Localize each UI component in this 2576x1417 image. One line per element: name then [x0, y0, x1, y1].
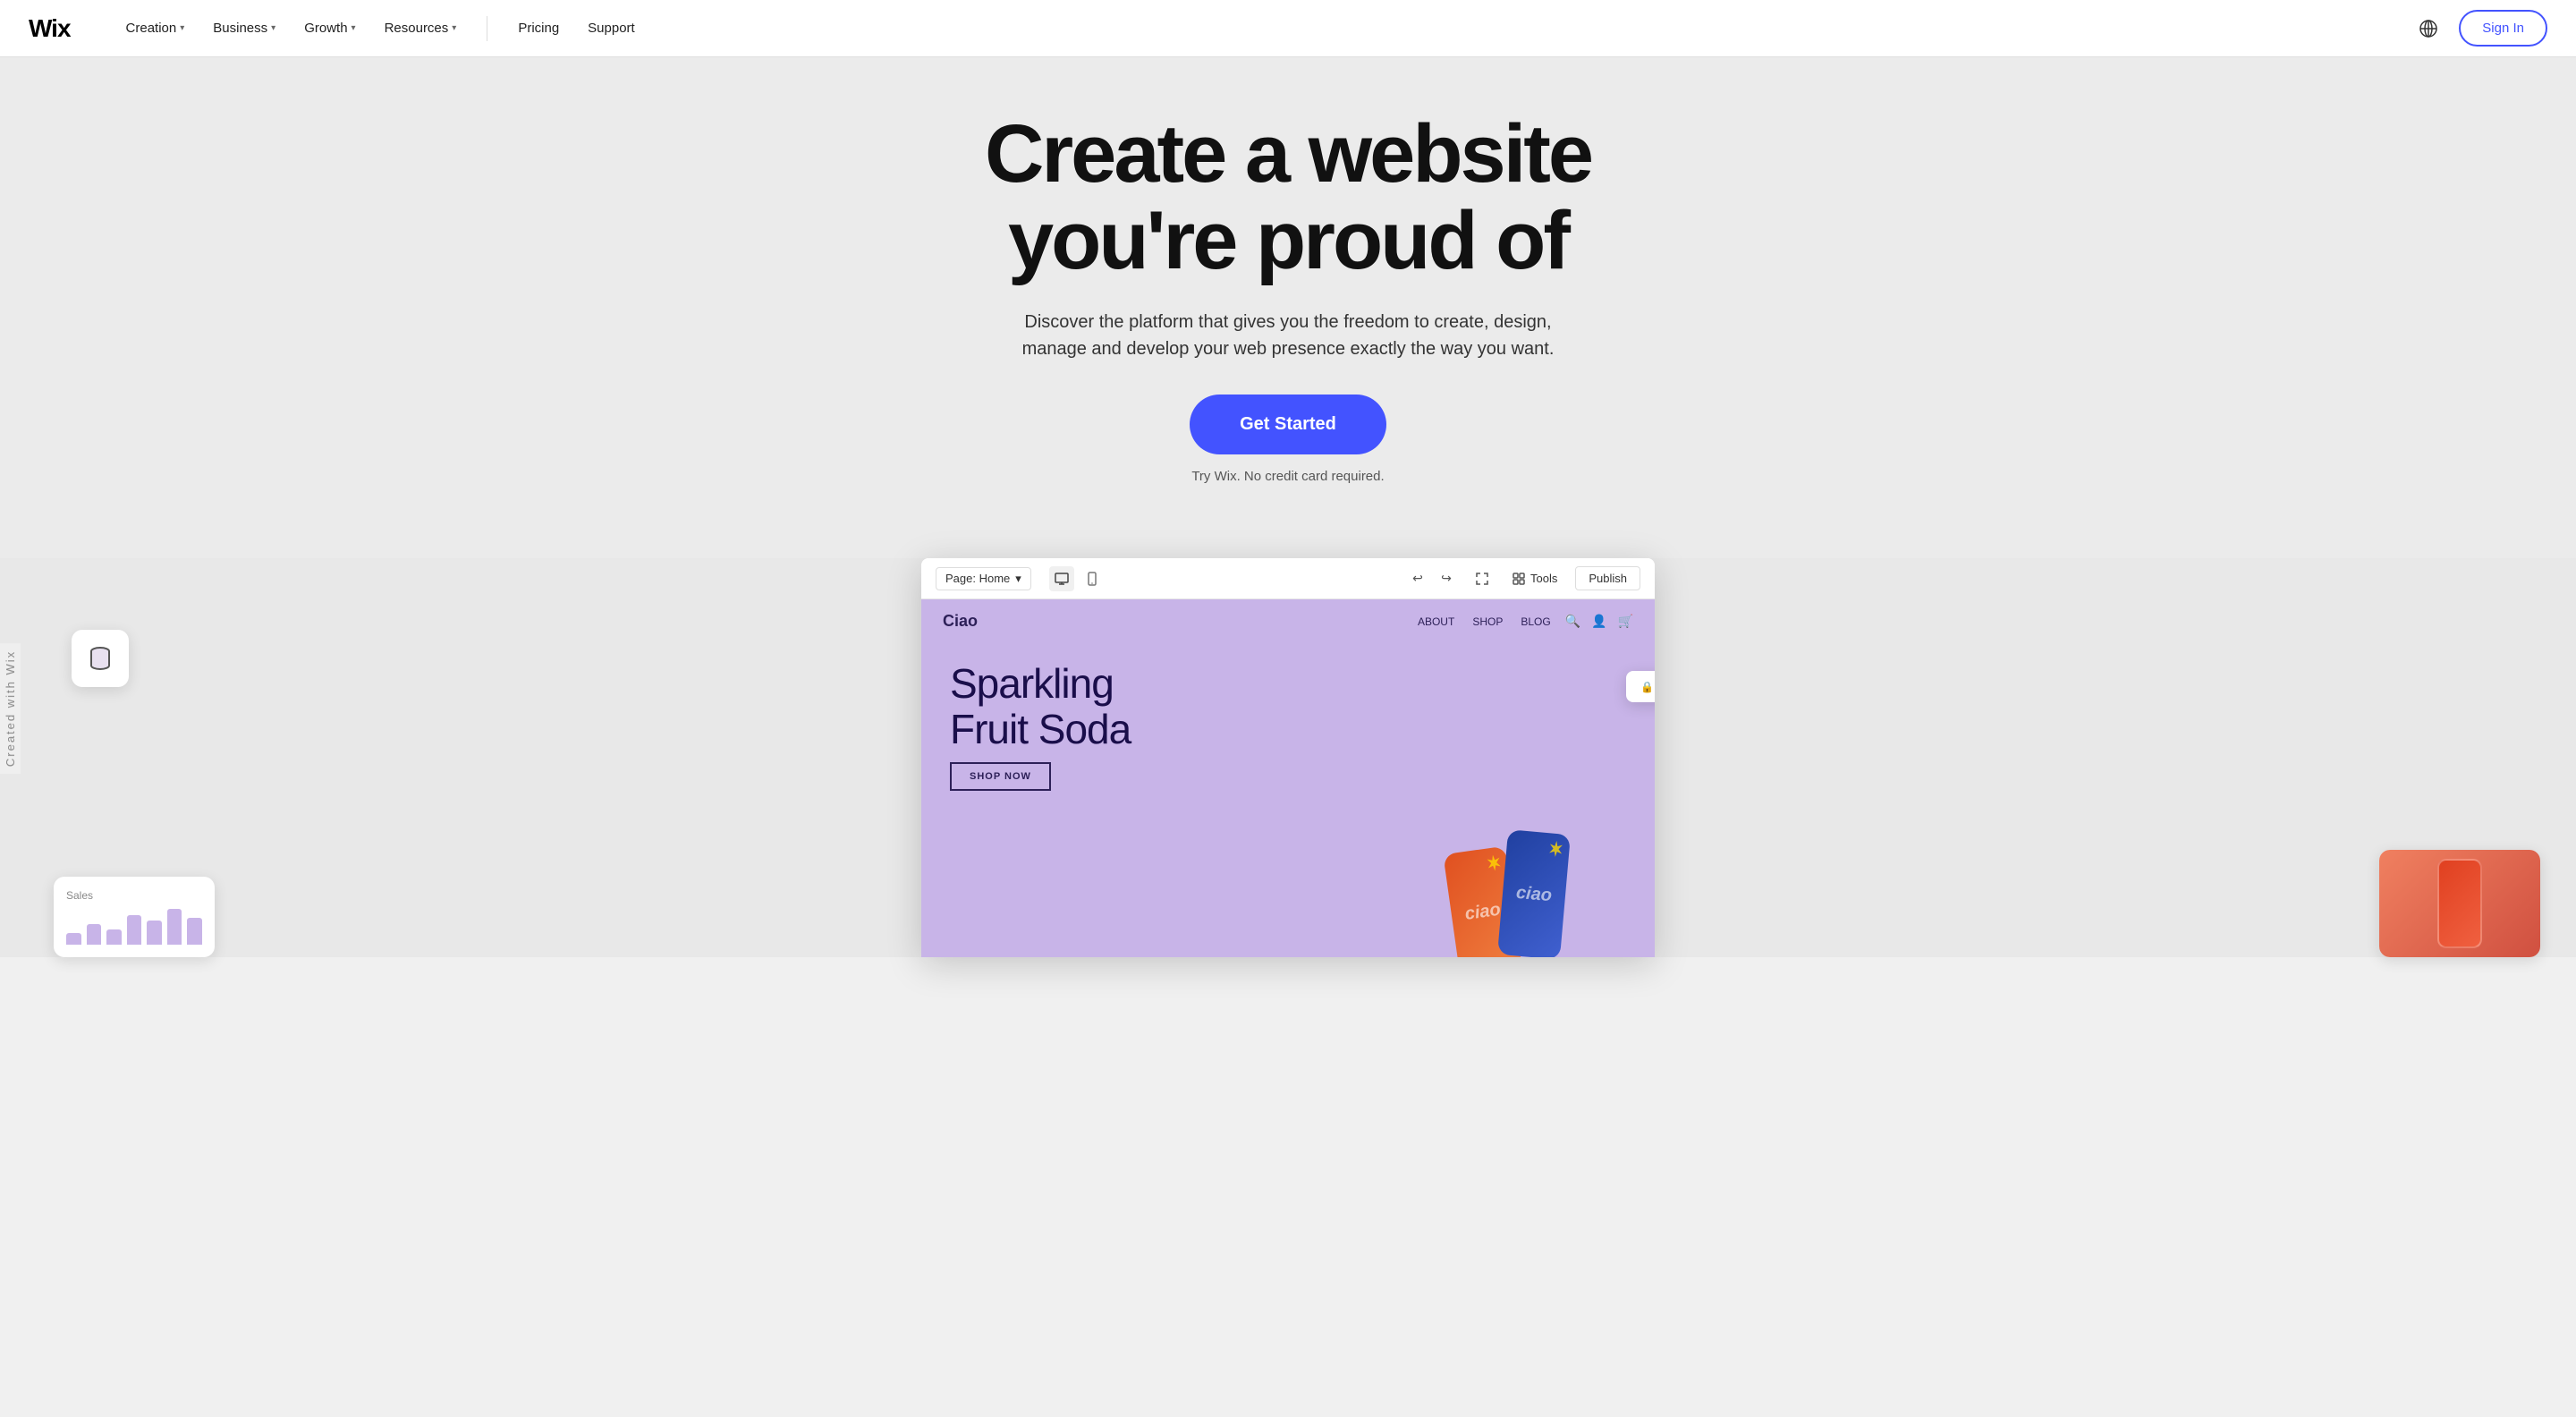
preview-section: Created with Wix Sales Page: Home ▾ — [0, 558, 2576, 957]
editor-window: Page: Home ▾ — [921, 558, 1655, 957]
sales-bar — [127, 915, 142, 945]
nav-pricing[interactable]: Pricing — [505, 13, 572, 43]
sales-bar — [87, 924, 102, 945]
publish-button[interactable]: Publish — [1575, 566, 1640, 590]
site-nav-blog: BLOG — [1521, 615, 1550, 628]
right-card-content — [2379, 850, 2540, 957]
sales-bar — [187, 918, 202, 945]
site-brand: Ciao — [943, 612, 978, 631]
lock-icon: 🔒 — [1640, 681, 1654, 693]
blue-can: ciao — [1497, 829, 1571, 957]
undo-button[interactable]: ↩ — [1405, 566, 1430, 591]
editor-toolbar: Page: Home ▾ — [921, 558, 1655, 599]
nav-creation-label: Creation — [126, 21, 177, 36]
right-card-can — [2437, 859, 2482, 948]
chevron-down-icon: ▾ — [352, 23, 356, 33]
chevron-down-icon: ▾ — [271, 23, 275, 33]
site-navbar: Ciao ABOUT SHOP BLOG 🔍 👤 🛒 — [921, 599, 1655, 643]
toolbar-right: ↩ ↪ Tools Publish — [1405, 566, 1640, 591]
undo-redo: ↩ ↪ — [1405, 566, 1459, 591]
nav-item-creation[interactable]: Creation ▾ — [114, 13, 198, 43]
nav-item-resources[interactable]: Resources ▾ — [372, 13, 470, 43]
nav-resources-label: Resources — [385, 21, 449, 36]
sales-bar — [66, 933, 81, 945]
desktop-device-button[interactable] — [1049, 566, 1074, 591]
get-started-button[interactable]: Get Started — [1190, 395, 1386, 454]
chevron-down-icon: ▾ — [452, 23, 456, 33]
hero-section: Create a website you're proud of Discove… — [0, 57, 2576, 558]
site-nav-links: ABOUT SHOP BLOG — [1418, 615, 1551, 628]
database-icon-card — [72, 630, 129, 687]
sales-bar — [147, 921, 162, 945]
sales-bar — [167, 909, 182, 945]
chevron-down-icon: ▾ — [180, 23, 184, 33]
sign-in-button[interactable]: Sign In — [2459, 10, 2547, 47]
page-selector[interactable]: Page: Home ▾ — [936, 567, 1031, 590]
database-icon — [86, 644, 114, 673]
nav-links: Creation ▾ Business ▾ Growth ▾ Resources… — [114, 13, 2413, 43]
site-nav-icons: 🔍 👤 🛒 — [1565, 614, 1633, 629]
hero-no-cc-text: Try Wix. No credit card required. — [1191, 469, 1384, 484]
expand-icon — [1476, 573, 1488, 585]
sales-label: Sales — [66, 889, 202, 902]
hero-title: Create a website you're proud of — [886, 111, 1690, 284]
created-with-wix-label: Created with Wix — [0, 643, 21, 774]
hero-subtitle: Discover the platform that gives you the… — [1002, 309, 1574, 362]
chevron-down-icon: ▾ — [1015, 572, 1021, 586]
device-icons — [1049, 566, 1105, 591]
starburst-decoration-2 — [1547, 840, 1565, 858]
tools-menu[interactable]: Tools — [1505, 568, 1564, 589]
search-icon: 🔍 — [1565, 614, 1580, 629]
tools-label: Tools — [1530, 572, 1557, 585]
desktop-icon — [1055, 573, 1069, 585]
site-nav-shop: SHOP — [1472, 615, 1503, 628]
wix-logo[interactable]: Wix — [29, 14, 71, 43]
url-bar: 🔒 https://www.ciaodrinks.com — [1626, 671, 1655, 702]
site-preview: 🔒 https://www.ciaodrinks.com Ciao ABOUT … — [921, 599, 1655, 957]
mobile-device-button[interactable] — [1080, 566, 1105, 591]
user-icon: 👤 — [1591, 614, 1606, 629]
nav-right: Sign In — [2412, 10, 2547, 47]
nav-support[interactable]: Support — [575, 13, 648, 43]
page-label: Page: Home — [945, 572, 1010, 585]
sales-bars — [66, 909, 202, 945]
shop-now-button[interactable]: SHOP NOW — [950, 762, 1051, 791]
redo-button[interactable]: ↪ — [1434, 566, 1459, 591]
globe-icon — [2419, 19, 2438, 38]
cart-icon: 🛒 — [1618, 614, 1633, 629]
right-preview-card — [2379, 850, 2540, 957]
mobile-icon — [1088, 572, 1097, 586]
navbar: Wix Creation ▾ Business ▾ Growth ▾ Resou… — [0, 0, 2576, 57]
nav-item-business[interactable]: Business ▾ — [200, 13, 288, 43]
starburst-decoration — [1485, 853, 1503, 871]
site-nav-about: ABOUT — [1418, 615, 1454, 628]
tools-icon — [1513, 573, 1525, 585]
nav-item-growth[interactable]: Growth ▾ — [292, 13, 368, 43]
sales-bar — [106, 929, 122, 945]
cans-illustration: ciao ciao — [1449, 653, 1565, 957]
language-selector[interactable] — [2412, 13, 2445, 45]
nav-growth-label: Growth — [304, 21, 347, 36]
sales-card: Sales — [54, 877, 215, 957]
fullscreen-button[interactable] — [1470, 566, 1495, 591]
nav-business-label: Business — [213, 21, 267, 36]
